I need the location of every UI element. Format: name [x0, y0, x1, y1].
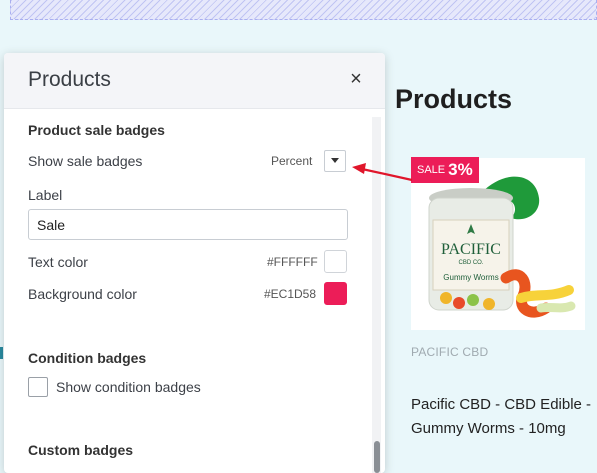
annotation-arrow	[352, 163, 413, 182]
